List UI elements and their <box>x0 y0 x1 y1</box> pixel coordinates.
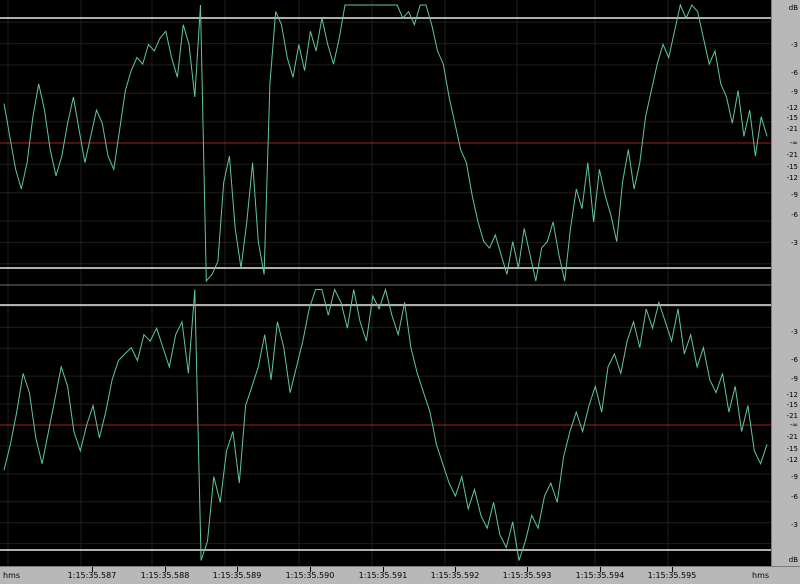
time-label: 1:15:35.587 <box>67 571 117 580</box>
db-label: -9 <box>791 473 798 481</box>
time-label: 1:15:35.595 <box>647 571 697 580</box>
db-ruler: dB dB -3 -6 -9 -12 -15 -21 -∞ -21 -15 -12 -9 -6 -3 -3… <box>771 0 800 566</box>
time-label: 1:15:35.590 <box>285 571 335 580</box>
db-label: -6 <box>791 493 798 501</box>
db-unit-top: dB <box>788 4 798 12</box>
db-label: -9 <box>791 375 798 383</box>
time-label: 1:15:35.591 <box>358 571 408 580</box>
waveform-display[interactable] <box>0 0 771 566</box>
db-label: -12 <box>786 174 798 182</box>
time-label: 1:15:35.589 <box>212 571 262 580</box>
db-label: -3 <box>791 41 798 49</box>
waveform-editor[interactable]: dB dB -3 -6 -9 -12 -15 -21 -∞ -21 -15 -12 -9 -6 -3 -3… <box>0 0 800 584</box>
db-label: -6 <box>791 356 798 364</box>
time-label: 1:15:35.592 <box>430 571 480 580</box>
db-label: -∞ <box>789 421 798 429</box>
db-label: -6 <box>791 211 798 219</box>
db-label: -21 <box>786 412 798 420</box>
db-label: -3 <box>791 239 798 247</box>
db-unit-bottom: dB <box>788 556 798 564</box>
time-ruler: hms 1:15:35.587 1:15:35.588 1:15:35.589 1:1… <box>0 566 800 584</box>
db-label: -12 <box>786 456 798 464</box>
db-label: -15 <box>786 445 798 453</box>
db-label: -9 <box>791 88 798 96</box>
grid-lines <box>0 0 771 566</box>
db-label: -12 <box>786 391 798 399</box>
db-label: -9 <box>791 191 798 199</box>
db-label: -21 <box>786 125 798 133</box>
time-label: 1:15:35.593 <box>502 571 552 580</box>
db-label: -15 <box>786 401 798 409</box>
db-label: -3 <box>791 521 798 529</box>
db-label: -6 <box>791 69 798 77</box>
time-unit-left: hms <box>3 571 21 580</box>
db-label: -21 <box>786 433 798 441</box>
db-label: -∞ <box>789 139 798 147</box>
time-unit-right: hms <box>752 571 770 580</box>
time-label: 1:15:35.588 <box>140 571 190 580</box>
db-label: -21 <box>786 151 798 159</box>
db-label: -12 <box>786 104 798 112</box>
db-label: -15 <box>786 163 798 171</box>
db-label: -15 <box>786 114 798 122</box>
time-label: 1:15:35.594 <box>575 571 625 580</box>
db-label: -3 <box>791 328 798 336</box>
